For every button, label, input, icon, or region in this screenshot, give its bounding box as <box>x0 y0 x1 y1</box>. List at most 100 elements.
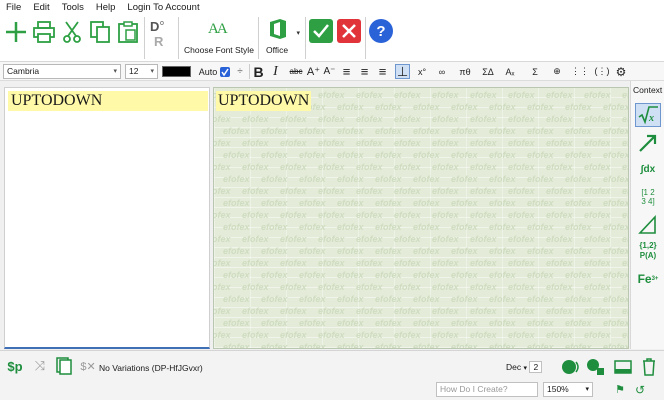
ctx-chemistry-button[interactable]: Fe 3+ <box>635 267 661 291</box>
zoom-select[interactable]: 150% ▾ <box>543 382 593 397</box>
watermark-text: efofex <box>489 222 517 232</box>
watermark-text: efofex <box>413 222 441 232</box>
menu-edit[interactable]: Edit <box>27 0 55 15</box>
align-right-icon[interactable]: ≡ <box>375 64 390 79</box>
delete-button[interactable] <box>638 357 660 377</box>
watermark-text: efofex <box>280 258 308 268</box>
decrease-font-icon[interactable]: A⁻ <box>322 64 337 79</box>
print-button[interactable] <box>31 19 57 45</box>
limits-icon[interactable]: ⊕ <box>548 64 566 79</box>
speak-settings-button[interactable] <box>585 357 607 377</box>
symbols-icon[interactable]: ΣΔ <box>478 64 498 79</box>
copy-button[interactable] <box>87 19 113 45</box>
watermark-text: efofex <box>413 270 441 280</box>
watermark-text: efofex <box>489 126 517 136</box>
watermark-text: efofex <box>432 258 460 268</box>
cancel-button[interactable] <box>337 19 361 43</box>
overline-icon[interactable]: ∞ <box>433 64 451 79</box>
greek-letters-icon[interactable]: πθ <box>454 64 476 79</box>
ctx-square-root-button[interactable]: x <box>635 103 661 127</box>
ctx-probability-button[interactable]: {1,2} P(A) <box>635 239 661 263</box>
fraction-icon[interactable]: ÷ <box>232 64 248 79</box>
watermark-text: efofex <box>413 246 441 256</box>
brackets-icon[interactable]: (⋮) <box>593 64 611 79</box>
watermark-text: efofex <box>432 90 460 100</box>
watermark-text: efofex <box>546 306 574 316</box>
summation-icon[interactable]: Σ <box>526 64 544 79</box>
menu-login[interactable]: Login To Account <box>121 0 205 15</box>
history-button[interactable]: ↺ <box>632 382 648 397</box>
menu-file[interactable]: File <box>0 0 27 15</box>
help-search-input[interactable]: How Do I Create? <box>436 382 538 397</box>
subscript-icon[interactable]: Aₓ <box>500 64 520 79</box>
help-button[interactable]: ? <box>369 19 393 43</box>
dollar-p-button[interactable]: $p <box>4 355 26 377</box>
accept-button[interactable] <box>309 19 333 43</box>
watermark-text: efofex <box>223 150 251 160</box>
font-color-swatch[interactable] <box>162 66 191 77</box>
align-left-icon[interactable]: ≡ <box>339 64 354 79</box>
watermark-text: efofex <box>214 306 232 316</box>
watermark-text: efofex <box>451 126 479 136</box>
bold-button[interactable]: B <box>251 64 266 80</box>
watermark-text: efofex <box>470 258 498 268</box>
shuffle-button[interactable]: ⤨ <box>29 355 51 377</box>
watermark-text: efofex <box>527 270 555 280</box>
editor-text[interactable]: UPTODOWN <box>8 91 208 111</box>
watermark-text: efofex <box>565 198 593 208</box>
color-auto-label: Auto <box>198 66 218 77</box>
context-panel: Context x ∫dx [1 23 4] {1,2} P(A) Fe 3+ <box>630 81 664 349</box>
menu-help[interactable]: Help <box>90 0 122 15</box>
watermark-text: efofex <box>451 294 479 304</box>
ctx-matrix-button[interactable]: [1 23 4] <box>635 185 661 209</box>
auto-color-checkbox[interactable] <box>220 67 230 77</box>
font-family-select[interactable]: Cambria ▾ <box>3 64 121 79</box>
strikethrough-button[interactable]: abc <box>286 64 306 79</box>
menu-tools[interactable]: Tools <box>56 0 90 15</box>
flag-button[interactable]: ⚑ <box>612 382 628 397</box>
watermark-text: efofex <box>337 222 365 232</box>
font-family-value: Cambria <box>7 66 40 76</box>
ctx-triangle-button[interactable] <box>635 213 661 237</box>
watermark-text: efofex <box>223 246 251 256</box>
choose-font-style-button[interactable]: AA Choose Font Style <box>182 17 254 59</box>
decimal-select[interactable]: Dec ▾ 2 <box>506 361 543 373</box>
equation-editor[interactable]: UPTODOWN <box>4 87 210 349</box>
watermark-text: efofex <box>242 330 270 340</box>
watermark-text: efofex <box>470 114 498 124</box>
watermark-text: efofex <box>432 138 460 148</box>
watermark-text: efofex <box>432 114 460 124</box>
cut-button[interactable] <box>59 19 85 45</box>
new-button[interactable] <box>3 19 29 45</box>
office-button[interactable]: ▾ Office <box>262 17 302 59</box>
chevron-down-icon: ▾ <box>585 386 589 393</box>
align-center-icon[interactable]: ≡ <box>357 64 372 79</box>
increase-font-icon[interactable]: A⁺ <box>306 64 321 79</box>
panel-toggle-button[interactable] <box>612 357 634 377</box>
watermark-text: efofex <box>508 138 536 148</box>
superscript-icon[interactable]: x° <box>413 64 431 79</box>
watermark-text: efofex <box>603 342 628 348</box>
paste-button[interactable] <box>115 19 141 45</box>
watermark-text: efofex <box>470 282 498 292</box>
watermark-text: efofex <box>223 222 251 232</box>
document-button[interactable] <box>53 355 75 377</box>
watermark-text: efofex <box>356 90 384 100</box>
degrees-radians-button[interactable]: D o R <box>148 17 174 51</box>
remove-variations-button[interactable]: $✕ <box>77 355 99 377</box>
watermark-text: efofex <box>261 126 289 136</box>
speak-button[interactable] <box>560 357 582 377</box>
ctx-integral-button[interactable]: ∫dx <box>635 157 661 181</box>
font-size-select[interactable]: 12 ▾ <box>125 64 158 79</box>
watermark-text: efofex <box>546 114 574 124</box>
matrix-icon[interactable]: ⋮⋮ <box>571 64 589 79</box>
separator <box>144 17 145 59</box>
italic-button[interactable]: I <box>268 64 283 79</box>
decimal-places-value[interactable]: 2 <box>529 361 543 373</box>
gear-icon[interactable]: ⚙ <box>613 64 629 79</box>
baseline-align-icon[interactable]: ⊥ <box>395 64 410 79</box>
watermark-text: efofex <box>318 186 346 196</box>
ctx-vector-button[interactable] <box>635 131 661 155</box>
watermark-text: efofex <box>280 282 308 292</box>
watermark-text: efofex <box>356 282 384 292</box>
